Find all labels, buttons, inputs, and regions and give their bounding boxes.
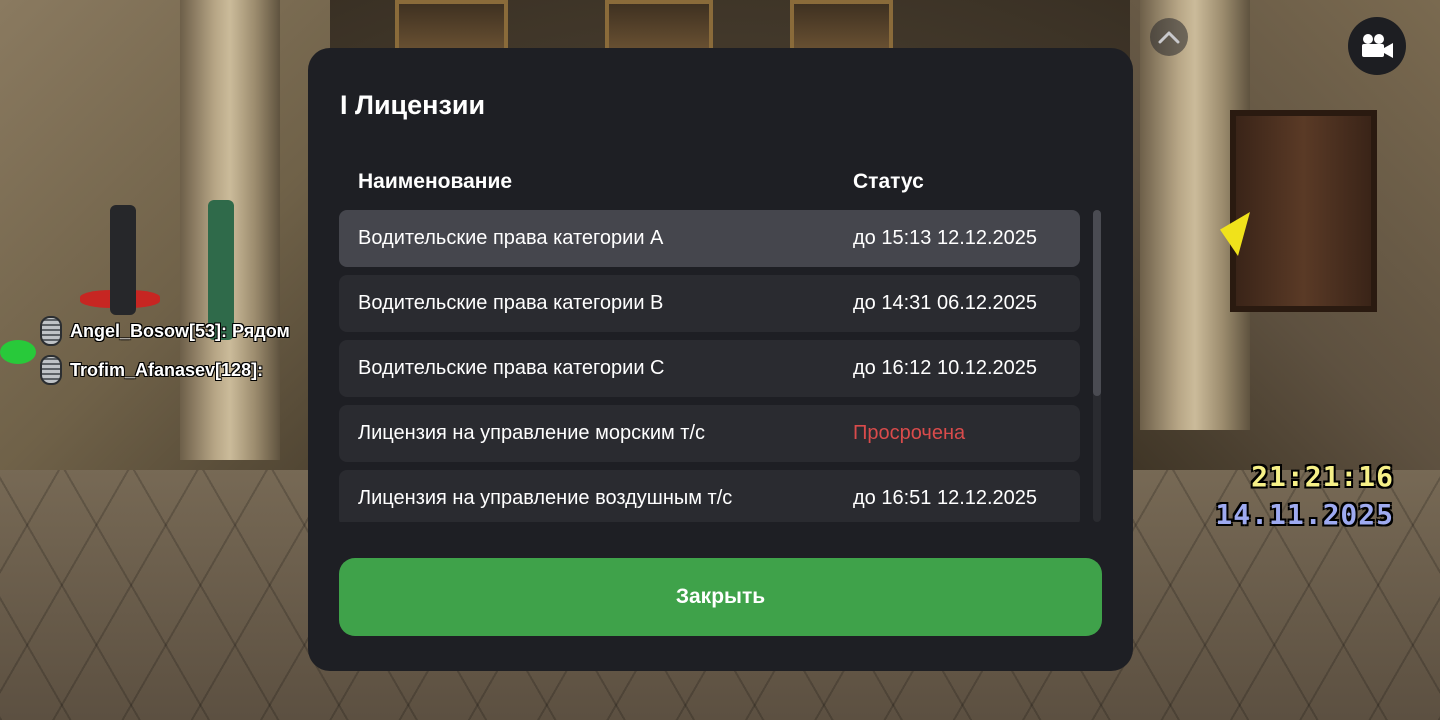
collapse-button[interactable]: [1150, 18, 1188, 56]
dialog-title: I Лицензии: [340, 90, 486, 120]
license-name: Лицензия на управление морским т/с: [358, 422, 706, 444]
microphone-icon: [40, 355, 62, 385]
license-row[interactable]: Лицензия на управление воздушным т/с до …: [339, 470, 1080, 522]
license-status: до 14:31 06.12.2025: [853, 292, 1038, 314]
voice-chat-text: Angel_Bosow[53]: Рядом: [70, 320, 290, 341]
left-wall: [0, 0, 330, 470]
wooden-door: [1230, 110, 1377, 312]
license-status: до 16:12 10.12.2025: [853, 357, 1038, 379]
voice-chat-line: Trofim_Afanasev[128]:: [40, 355, 263, 385]
license-name: Водительские права категории B: [358, 292, 664, 314]
voice-chat-line: Angel_Bosow[53]: Рядом: [40, 316, 290, 346]
player-character: [110, 205, 136, 315]
license-name: Лицензия на управление воздушным т/с: [358, 487, 733, 509]
column-header-status: Статус: [853, 170, 924, 193]
hud-time: 21:21:16: [1251, 460, 1394, 493]
voice-chat-text: Trofim_Afanasev[128]:: [70, 359, 264, 380]
video-camera-icon: [1362, 34, 1393, 58]
license-name: Водительские права категории C: [358, 357, 665, 379]
licenses-list[interactable]: Водительские права категории A до 15:13 …: [339, 210, 1081, 522]
close-button[interactable]: Закрыть: [339, 558, 1102, 636]
game-scene: Angel_Bosow[53]: Рядом Trofim_Afanasev[1…: [0, 0, 1440, 720]
license-status-expired: Просрочена: [853, 422, 966, 444]
green-marker: [0, 340, 36, 364]
hud-date: 14.11.2025: [1215, 498, 1394, 531]
camera-button[interactable]: [1348, 17, 1406, 75]
license-status: до 15:13 12.12.2025: [853, 227, 1038, 249]
license-status: до 16:51 12.12.2025: [853, 487, 1038, 509]
license-name: Водительские права категории A: [358, 227, 664, 249]
scrollbar-thumb[interactable]: [1093, 210, 1101, 396]
list-scrollbar[interactable]: [1093, 210, 1101, 522]
license-row[interactable]: Водительские права категории A до 15:13 …: [339, 210, 1080, 267]
microphone-icon: [40, 316, 62, 346]
license-row[interactable]: Водительские права категории C до 16:12 …: [339, 340, 1080, 397]
chevron-up-icon: [1158, 31, 1180, 44]
license-row[interactable]: Водительские права категории B до 14:31 …: [339, 275, 1080, 332]
column-header-name: Наименование: [358, 170, 513, 193]
licenses-dialog: I Лицензии Наименование Статус Водительс…: [308, 48, 1133, 671]
license-row[interactable]: Лицензия на управление морским т/с Проср…: [339, 405, 1080, 462]
